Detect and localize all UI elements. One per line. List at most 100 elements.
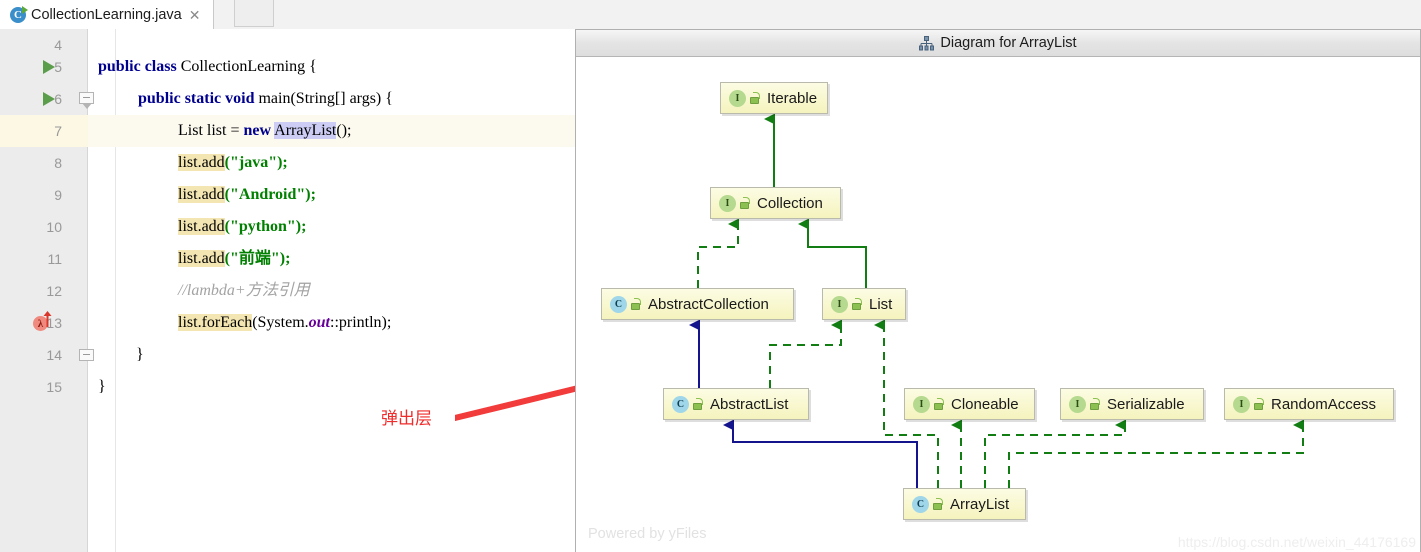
run-icon[interactable] (43, 60, 55, 74)
fold-collapse-icon[interactable] (79, 92, 94, 109)
static-field-out: out (308, 314, 330, 331)
editor-tab-label: CollectionLearning.java (31, 6, 182, 23)
interface-icon: I (1233, 395, 1250, 413)
line-number: 11 (47, 251, 62, 267)
method-signature: main(String[] args) { (258, 90, 393, 107)
uml-node-list[interactable]: I List (822, 288, 906, 320)
interface-icon: I (913, 395, 930, 413)
edge-list-collection (798, 218, 867, 288)
code-line[interactable]: 6 public static void main(String[] args)… (0, 83, 575, 115)
code-text: public static void main(String[] args) { (138, 83, 393, 115)
code-line[interactable]: 11 list.add("前端"); (0, 243, 575, 275)
uml-node-iterable[interactable]: I Iterable (720, 82, 828, 114)
line-number: 15 (46, 379, 62, 395)
uml-node-abstractcollection[interactable]: C AbstractCollection (601, 288, 794, 320)
diagram-title: Diagram for ArrayList (940, 35, 1077, 51)
keyword-static: static (184, 90, 222, 107)
uml-node-label: ArrayList (950, 495, 1010, 513)
code-line-active[interactable]: 7 List list = new ArrayList(); (0, 115, 575, 147)
uml-node-label: AbstractList (710, 395, 789, 413)
uml-diagram-popup[interactable]: Diagram for ArrayList I Iterable I Colle… (575, 29, 1421, 552)
hierarchy-icon (919, 35, 935, 50)
unlock-icon (934, 398, 944, 410)
unlock-icon (852, 298, 862, 310)
class-icon: C (610, 295, 627, 313)
code-text: List list = new ArrayList(); (178, 115, 351, 147)
method-call: list.add (178, 250, 225, 267)
foreach-tail: ::println); (330, 314, 392, 331)
interface-icon: I (729, 89, 746, 107)
code-text: } (136, 346, 144, 363)
blog-url-watermark: https://blog.csdn.net/weixin_44176169 (1177, 534, 1416, 550)
method-call: list.add (178, 154, 225, 171)
editor-tab-bar: C CollectionLearning.java ✕ (0, 0, 1421, 30)
method-call: list.add (178, 218, 225, 235)
uml-node-serializable[interactable]: I Serializable (1060, 388, 1204, 420)
diagram-header: Diagram for ArrayList (576, 30, 1420, 57)
code-editor[interactable]: 4 5 public class CollectionLearning { 6 … (0, 29, 575, 552)
edge-arraylist-serializable (984, 419, 1126, 488)
keyword-public: public (138, 90, 181, 107)
uml-node-label: Cloneable (951, 395, 1019, 413)
class-icon: C (672, 395, 689, 413)
line-number: 8 (54, 155, 62, 171)
uml-node-label: List (869, 295, 893, 313)
code-text: list.add("java"); (178, 147, 288, 179)
fold-collapse-icon[interactable] (79, 349, 94, 361)
uml-node-collection[interactable]: I Collection (710, 187, 841, 219)
unlock-icon (750, 92, 760, 104)
code-line[interactable]: 12 //lambda+方法引用 (0, 275, 575, 307)
edge-arraylist-randomaccess (1008, 419, 1304, 488)
code-text: public class CollectionLearning { (98, 51, 317, 83)
close-icon[interactable]: ✕ (189, 8, 201, 22)
code-line[interactable]: 5 public class CollectionLearning { (0, 51, 575, 83)
uml-node-label: Serializable (1107, 395, 1185, 413)
interface-icon: I (719, 194, 736, 212)
run-icon[interactable] (43, 92, 55, 106)
code-text: list.forEach(System.out::println); (178, 307, 391, 339)
paren-semicolon: (); (336, 122, 352, 139)
identifier-arraylist: ArrayList (274, 122, 337, 139)
keyword-new: new (243, 122, 272, 139)
uml-node-label: RandomAccess (1271, 395, 1377, 413)
ide-window: C CollectionLearning.java ✕ 4 5 public c… (0, 0, 1421, 552)
code-text: list.add("前端"); (178, 243, 290, 275)
uml-node-arraylist[interactable]: C ArrayList (903, 488, 1026, 520)
code-line[interactable]: 10 list.add("python"); (0, 211, 575, 243)
string-literal: ("前端"); (224, 250, 291, 267)
diagram-title-wrap: Diagram for ArrayList (919, 35, 1077, 51)
code-text: } (98, 378, 106, 395)
lambda-up-arrow-icon[interactable] (43, 311, 52, 327)
method-call-foreach: list.forEach (178, 314, 253, 331)
code-line[interactable]: 14 } (0, 339, 575, 371)
line-number: 10 (46, 219, 62, 235)
unlock-icon (1090, 398, 1100, 410)
class-name: CollectionLearning (180, 58, 306, 75)
java-class-icon: C (10, 5, 28, 23)
method-call: list.add (178, 186, 225, 203)
string-literal: ("python"); (224, 218, 307, 235)
code-line[interactable]: 9 list.add("Android"); (0, 179, 575, 211)
edge-abstractcollection-collection (697, 218, 739, 288)
brace: { (309, 58, 317, 75)
code-line[interactable]: 13 λ list.forEach(System.out::println); (0, 307, 575, 339)
keyword-public: public (98, 58, 141, 75)
code-lines[interactable]: 4 5 public class CollectionLearning { 6 … (0, 29, 575, 552)
annotation-label: 弹出层 (381, 409, 432, 428)
unlock-icon (933, 498, 943, 510)
interface-icon: I (831, 295, 848, 313)
edge-abstractlist-list (769, 319, 842, 388)
code-line[interactable]: 8 list.add("java"); (0, 147, 575, 179)
editor-tab-collectionlearning[interactable]: C CollectionLearning.java ✕ (0, 0, 214, 29)
uml-node-randomaccess[interactable]: I RandomAccess (1224, 388, 1394, 420)
uml-node-label: Collection (757, 194, 823, 212)
foreach-open: (System. (252, 314, 309, 331)
uml-node-abstractlist[interactable]: C AbstractList (663, 388, 809, 420)
list-declaration: List list = (178, 122, 244, 139)
line-number: 9 (54, 187, 62, 203)
tab-bar-filler (234, 0, 274, 27)
unlock-icon (693, 398, 703, 410)
uml-node-cloneable[interactable]: I Cloneable (904, 388, 1035, 420)
keyword-void: void (225, 90, 255, 107)
diagram-canvas[interactable]: I Iterable I Collection C AbstractCollec… (576, 57, 1420, 552)
